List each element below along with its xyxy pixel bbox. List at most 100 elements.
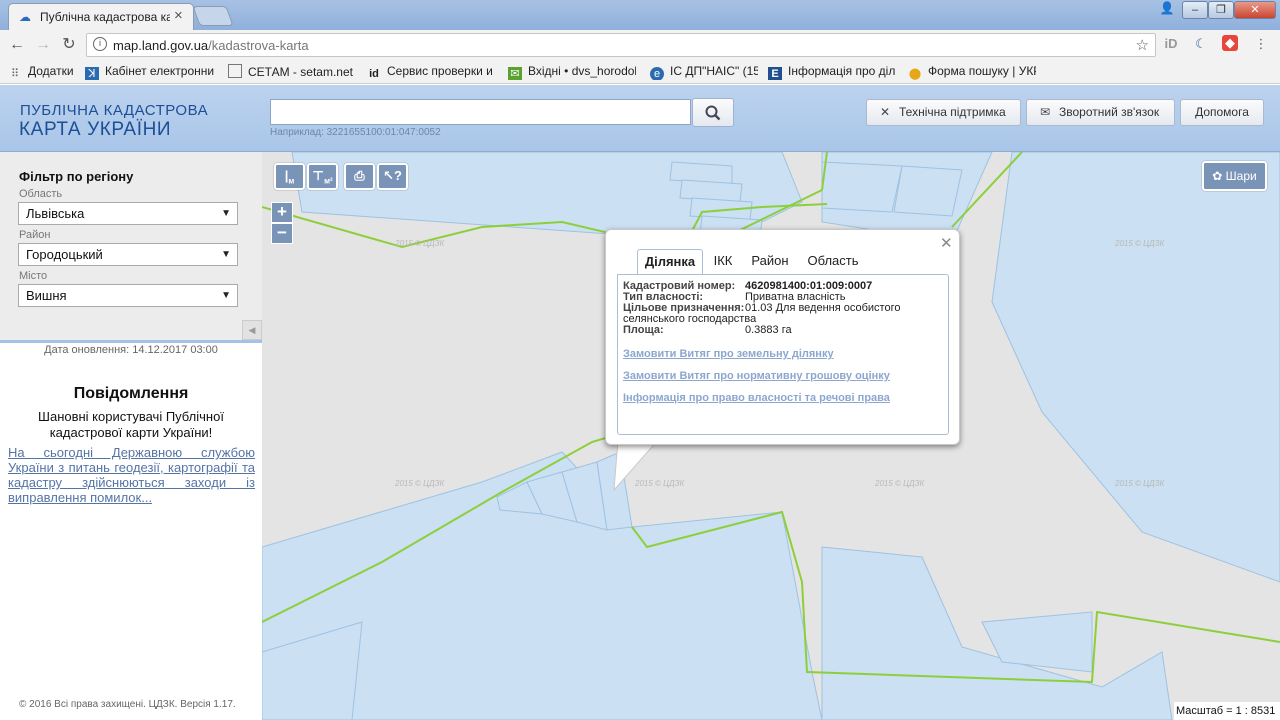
new-tab-button[interactable] bbox=[192, 6, 234, 26]
help-button[interactable]: Допомога bbox=[1180, 99, 1264, 126]
id-icon: id bbox=[369, 68, 379, 80]
oblast-select[interactable]: Львівська ▼ bbox=[18, 202, 238, 225]
parcel-strip bbox=[893, 165, 963, 217]
support-button[interactable]: ✕ Технічна підтримка bbox=[866, 99, 1021, 126]
layers-button[interactable]: ✿ Шари bbox=[1202, 161, 1267, 191]
extension-moon-icon[interactable]: ☾ bbox=[1192, 35, 1210, 53]
feedback-button[interactable]: ✉ Зворотний зв'язок bbox=[1026, 99, 1175, 126]
bookmark-search-form[interactable]: ⬤ Форма пошуку | УКР bbox=[908, 64, 1036, 80]
tab-oblast[interactable]: Область bbox=[803, 249, 863, 275]
parcel-strip bbox=[669, 161, 733, 185]
search-hint: Наприклад: 3221655100:01:047:0052 bbox=[270, 127, 441, 138]
printer-icon: ⎙ bbox=[354, 168, 365, 183]
left-panel: Фільтр по регіону Область Львівська ▼ Рай… bbox=[0, 152, 262, 720]
cursor-question-icon: ↖? bbox=[383, 168, 402, 183]
reload-icon[interactable]: ↻ bbox=[59, 35, 79, 55]
favicon-icon: ☁ bbox=[19, 10, 31, 24]
rayon-label: Район bbox=[19, 229, 51, 241]
area-value: 0.3883 га bbox=[745, 324, 792, 336]
maximize-button[interactable]: ❐ bbox=[1208, 1, 1234, 19]
e-icon: E bbox=[768, 67, 782, 80]
forward-icon[interactable]: → bbox=[33, 35, 53, 55]
tab-ikk[interactable]: ІКК bbox=[708, 249, 738, 275]
search-icon bbox=[705, 105, 721, 121]
back-icon[interactable]: ← bbox=[7, 35, 27, 55]
apps-grid-icon: ⠿ bbox=[10, 68, 20, 80]
gear-icon: ✿ bbox=[1212, 169, 1226, 183]
misto-select[interactable]: Вишня ▼ bbox=[18, 284, 238, 307]
popup-body: Кадастровий номер: 4620981400:01:009:000… bbox=[617, 274, 949, 435]
dropdown-arrow-icon: ▼ bbox=[221, 290, 231, 301]
watermark-text: 2015 © ЦДЗК bbox=[1114, 239, 1165, 248]
bookmark-kabinet[interactable]: ꓘ Кабінет електронни bbox=[85, 64, 215, 80]
zoom-out-button[interactable]: − bbox=[271, 223, 293, 244]
mail-icon: ✉ bbox=[508, 67, 522, 80]
logo-line2[interactable]: КАРТА УКРАЇНИ bbox=[19, 119, 171, 141]
collapse-panel-button[interactable]: ◀ bbox=[242, 320, 262, 340]
region-filter: Фільтр по регіону Область Львівська ▼ Рай… bbox=[0, 152, 262, 343]
page-icon bbox=[228, 64, 242, 78]
ownership-info-link[interactable]: Інформація про право власності та речові… bbox=[623, 392, 890, 404]
zoom-in-button[interactable]: + bbox=[271, 202, 293, 223]
watermark-text: 2015 © ЦДЗК bbox=[874, 479, 925, 488]
notice-title: Повідомлення bbox=[73, 385, 189, 402]
update-date: Дата оновлення: 14.12.2017 03:00 bbox=[44, 344, 218, 356]
extension-id-icon[interactable]: iD bbox=[1162, 35, 1180, 53]
popup-pointer bbox=[613, 440, 659, 492]
url-text: map.land.gov.ua/kadastrova-karta bbox=[113, 38, 309, 53]
dropdown-arrow-icon: ▼ bbox=[221, 208, 231, 219]
extension-red-icon[interactable]: ◆ bbox=[1222, 35, 1238, 51]
parcel-strip bbox=[821, 161, 903, 213]
order-extract-link[interactable]: Замовити Витяг про земельну ділянку bbox=[623, 348, 834, 360]
misto-label: Місто bbox=[19, 270, 48, 282]
browser-tab[interactable]: ☁ Публічна кадастрова ка × bbox=[8, 3, 194, 30]
nais-icon: e bbox=[650, 67, 664, 80]
watermark-text: 2015 © ЦДЗК bbox=[1114, 479, 1165, 488]
print-button[interactable]: ⎙ bbox=[344, 163, 375, 190]
logo-line1[interactable]: ПУБЛІЧНА КАДАСТРОВА bbox=[20, 102, 208, 119]
tab-dilyanka[interactable]: Ділянка bbox=[637, 249, 703, 275]
bookmark-nais[interactable]: e ІС ДП"НАІС" (15) bbox=[650, 64, 758, 80]
window-close-button[interactable]: ✕ bbox=[1234, 1, 1276, 19]
envelope-icon: ✉ bbox=[1039, 105, 1051, 119]
parcel-area bbox=[991, 152, 1280, 583]
bookmarks-bar: ⠿ Додатки ꓘ Кабінет електронни СЕТАМ - set… bbox=[0, 60, 1280, 84]
chrome-menu-icon[interactable]: ⋮ bbox=[1252, 35, 1270, 53]
copyright: © 2016 Всі права захищені. ЦДЗК. Версія … bbox=[19, 699, 236, 710]
location-pin-icon: ⬤ bbox=[908, 68, 922, 80]
bookmark-apps[interactable]: ⠿ Додатки bbox=[8, 64, 78, 80]
tab-title: Публічна кадастрова ка bbox=[40, 10, 170, 24]
area-ruler-icon: ⊤ bbox=[312, 168, 325, 183]
area-label: Площа: bbox=[623, 324, 664, 336]
search-button[interactable] bbox=[692, 98, 734, 127]
order-valuation-link[interactable]: Замовити Витяг про нормативну грошову оц… bbox=[623, 370, 890, 382]
tab-close-icon[interactable]: × bbox=[174, 7, 183, 24]
bookmark-setam[interactable]: СЕТАМ - setam.net.u bbox=[228, 64, 353, 80]
minimize-button[interactable]: – bbox=[1182, 1, 1208, 19]
bookmark-service[interactable]: id Сервис проверки и bbox=[367, 64, 495, 80]
measure-line-button[interactable]: |м bbox=[274, 163, 305, 190]
scale-indicator: Масштаб = 1 : 8531 bbox=[1174, 702, 1280, 720]
notice-link[interactable]: На сьогодні Державною службою України з … bbox=[8, 445, 255, 505]
bookmark-inbox[interactable]: ✉ Вхідні • dvs_horodok bbox=[508, 64, 636, 80]
parcel-info-popup: ✕ Ділянка ІКК Район Область Кадастровий … bbox=[605, 229, 960, 445]
purpose-value: 01.03 Для ведення особистого bbox=[745, 302, 901, 314]
watermark-text: 2015 © ЦДЗК bbox=[394, 479, 445, 488]
notice-text: Шановні користувачі Публічної кадастрово… bbox=[38, 409, 224, 440]
close-icon[interactable]: ✕ bbox=[940, 234, 953, 252]
tab-rayon[interactable]: Район bbox=[747, 249, 793, 275]
identify-button[interactable]: ↖? bbox=[377, 163, 408, 190]
user-profile-icon[interactable]: 👤 bbox=[1156, 1, 1178, 19]
search-input[interactable] bbox=[270, 99, 691, 125]
filter-title: Фільтр по регіону bbox=[19, 169, 134, 184]
bookmark-info[interactable]: E Інформація про ділк bbox=[768, 64, 895, 80]
dropdown-arrow-icon: ▼ bbox=[221, 249, 231, 260]
measure-area-button[interactable]: ⊤м² bbox=[307, 163, 338, 190]
bookmark-star-icon[interactable]: ☆ bbox=[1136, 36, 1149, 54]
watermark-text: 2015 © ЦДЗК bbox=[394, 239, 445, 248]
address-bar[interactable]: i map.land.gov.ua/kadastrova-karta ☆ bbox=[86, 33, 1156, 57]
info-icon[interactable]: i bbox=[93, 37, 107, 51]
rayon-select[interactable]: Городоцький ▼ bbox=[18, 243, 238, 266]
emblem-icon: ꓘ bbox=[85, 67, 99, 80]
site-header: ПУБЛІЧНА КАДАСТРОВА КАРТА УКРАЇНИ Наприк… bbox=[0, 85, 1280, 152]
